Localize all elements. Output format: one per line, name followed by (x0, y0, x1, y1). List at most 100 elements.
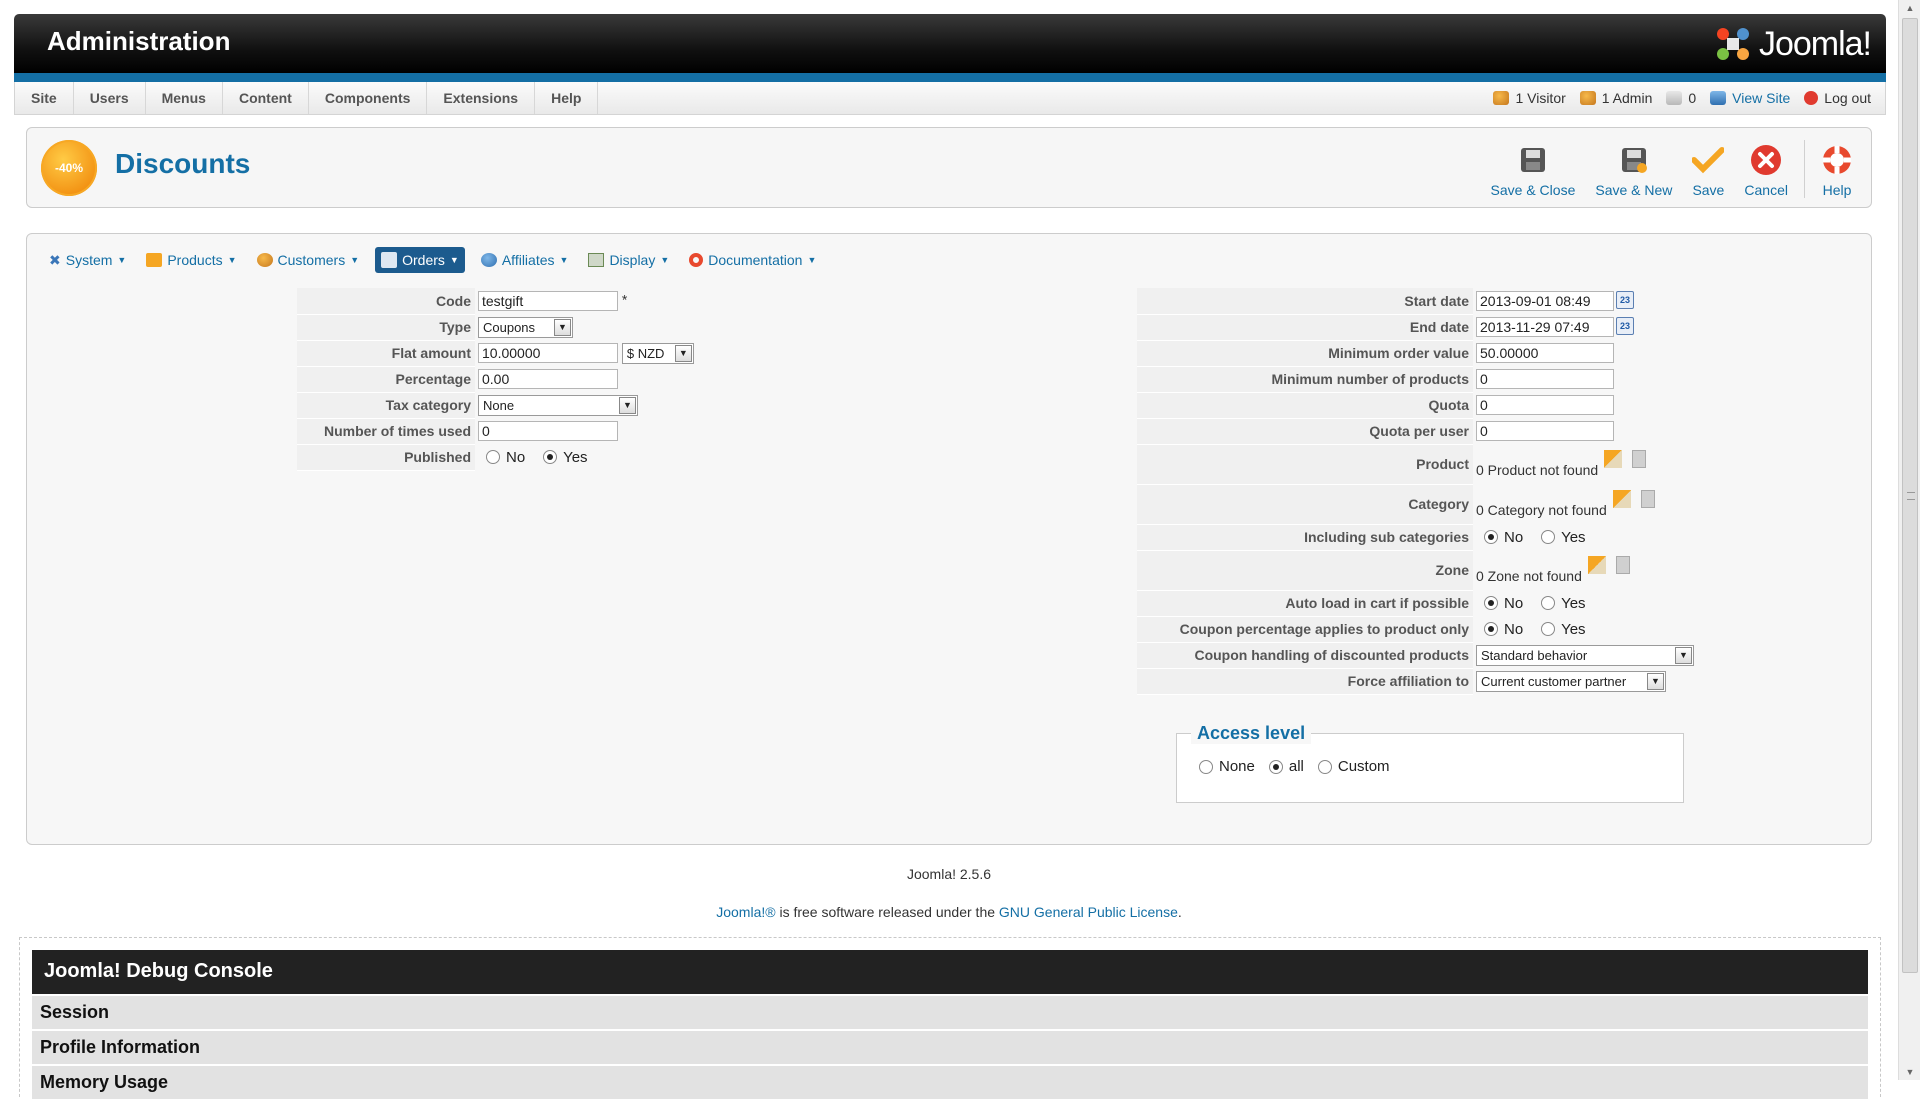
sub-categories-yes-radio[interactable] (1541, 530, 1556, 545)
access-none-radio[interactable] (1199, 759, 1213, 774)
published-no-radio[interactable] (486, 450, 500, 465)
menu-content[interactable]: Content (223, 82, 309, 114)
visitors-count: 1 Visitor (1515, 90, 1566, 106)
scroll-down-icon[interactable]: ▼ (1901, 1064, 1919, 1080)
page-title: Discounts (115, 148, 251, 179)
save-icon (1517, 144, 1549, 176)
auto-load-yes-radio[interactable] (1541, 596, 1556, 611)
submenu-display[interactable]: Display ▼ (584, 247, 673, 273)
submenu-products[interactable]: Products ▼ (142, 247, 240, 273)
page-scrollbar[interactable]: ▲ ▼ (1898, 0, 1920, 1080)
admin-title: Administration (47, 26, 231, 56)
min-products-input[interactable]: 0 (1476, 369, 1614, 389)
access-all-radio[interactable] (1268, 759, 1283, 774)
menu-components[interactable]: Components (309, 82, 428, 114)
discount-icon: -40% (41, 140, 97, 196)
coupon-pct-product-label: Coupon percentage applies to product onl… (1137, 616, 1473, 643)
calendar-icon[interactable]: 23 (1616, 317, 1634, 335)
trash-icon[interactable] (1615, 556, 1630, 574)
footer-version: Joomla! 2.5.6 (906, 866, 992, 882)
grip-icon (1907, 492, 1915, 500)
start-date-label: Start date (1137, 288, 1473, 315)
gpl-link[interactable]: GNU General Public License (999, 904, 1178, 920)
debug-section-profile[interactable]: Profile Information (32, 1031, 1868, 1065)
chevron-down-icon: ▼ (807, 255, 817, 265)
trash-icon[interactable] (1631, 450, 1646, 468)
tax-category-select[interactable]: None ▼ (478, 394, 638, 416)
currency-select[interactable]: $ NZD ▼ (621, 342, 694, 364)
help-label: Help (1822, 182, 1852, 198)
coupon-handling-select[interactable]: Standard behavior ▼ (1476, 644, 1694, 666)
cancel-button[interactable]: Cancel (1734, 136, 1798, 202)
min-order-input[interactable]: 50.00000 (1476, 343, 1614, 363)
view-site-link[interactable]: View Site (1710, 90, 1790, 106)
sub-categories-no-radio[interactable] (1484, 530, 1498, 545)
flat-amount-row: Flat amount 10.00000 $ NZD ▼ (297, 340, 717, 367)
quota-user-label: Quota per user (1137, 418, 1473, 445)
debug-section-memory[interactable]: Memory Usage (32, 1066, 1868, 1100)
submenu-customers-label: Customers (277, 252, 346, 268)
force-affiliation-select[interactable]: Current customer partner ▼ (1476, 670, 1666, 692)
menu-help[interactable]: Help (535, 82, 599, 114)
joomla-logo: Joomla! (1713, 23, 1872, 65)
coupon-pct-no-radio[interactable] (1484, 622, 1498, 637)
visitors-status: 1 Visitor (1493, 90, 1566, 106)
submenu-orders[interactable]: Orders ▼ (375, 247, 465, 273)
tax-category-label: Tax category (297, 392, 475, 419)
save-new-button[interactable]: Save & New (1585, 136, 1682, 202)
edit-icon[interactable] (1604, 450, 1623, 468)
force-affiliation-row: Force affiliation to Current customer pa… (1137, 668, 1697, 695)
menu-menus[interactable]: Menus (146, 82, 223, 114)
flat-amount-input[interactable]: 10.00000 (478, 343, 618, 363)
submenu-documentation-label: Documentation (708, 252, 803, 268)
times-used-input[interactable]: 0 (478, 421, 618, 441)
menu-site[interactable]: Site (15, 82, 74, 114)
percentage-input[interactable]: 0.00 (478, 369, 618, 389)
menu-users[interactable]: Users (74, 82, 146, 114)
edit-icon[interactable] (1587, 556, 1606, 574)
submenu-customers[interactable]: Customers ▼ (253, 247, 364, 273)
save-close-label: Save & Close (1490, 182, 1576, 198)
min-products-label: Minimum number of products (1137, 366, 1473, 393)
coupon-pct-yes-radio[interactable] (1541, 622, 1556, 637)
coupon-handling-label: Coupon handling of discounted products (1137, 642, 1473, 669)
joomla-link[interactable]: Joomla!® (716, 904, 775, 920)
save-close-button[interactable]: Save & Close (1481, 136, 1586, 202)
code-input[interactable]: testgift (478, 291, 618, 311)
edit-icon[interactable] (1612, 490, 1631, 508)
debug-console-title: Joomla! Debug Console (32, 950, 1868, 994)
trash-icon[interactable] (1640, 490, 1655, 508)
help-button[interactable]: Help (1811, 136, 1863, 202)
published-row: Published No Yes (297, 444, 717, 471)
published-yes-radio[interactable] (543, 450, 558, 465)
scrollbar-thumb[interactable] (1902, 18, 1918, 973)
end-date-input[interactable]: 2013-11-29 07:49 (1476, 317, 1614, 337)
calendar-icon[interactable]: 23 (1616, 291, 1634, 309)
messages-status[interactable]: 0 (1666, 90, 1696, 106)
submenu-system[interactable]: ✖ System ▼ (45, 247, 130, 273)
save-button[interactable]: Save (1682, 136, 1734, 202)
access-custom-radio[interactable] (1317, 759, 1332, 774)
customers-icon (256, 253, 273, 267)
quota-input[interactable]: 0 (1476, 395, 1614, 415)
force-affiliation-value: Current customer partner (1481, 673, 1627, 689)
scroll-up-icon[interactable]: ▲ (1901, 0, 1919, 16)
admin-user-icon (1579, 91, 1596, 105)
sub-categories-label: Including sub categories (1137, 524, 1473, 551)
end-date-label: End date (1137, 314, 1473, 341)
logout-link[interactable]: Log out (1804, 90, 1871, 106)
access-custom-label: Custom (1337, 758, 1390, 775)
published-label: Published (297, 444, 475, 471)
discount-edit-panel: ✖ System ▼ Products ▼ Customers ▼ Orders ▼ A… (26, 233, 1872, 845)
start-date-input[interactable]: 2013-09-01 08:49 (1476, 291, 1614, 311)
type-row: Type Coupons ▼ (297, 314, 717, 341)
submenu-documentation[interactable]: Documentation ▼ (685, 247, 820, 273)
quota-user-input[interactable]: 0 (1476, 421, 1614, 441)
type-select[interactable]: Coupons ▼ (478, 316, 573, 338)
tax-category-value: None (483, 397, 515, 413)
component-submenu: ✖ System ▼ Products ▼ Customers ▼ Orders ▼ A… (45, 247, 820, 273)
menu-extensions[interactable]: Extensions (427, 82, 536, 114)
submenu-affiliates[interactable]: Affiliates ▼ (477, 247, 573, 273)
debug-section-session[interactable]: Session (32, 996, 1868, 1030)
auto-load-no-radio[interactable] (1484, 596, 1498, 611)
